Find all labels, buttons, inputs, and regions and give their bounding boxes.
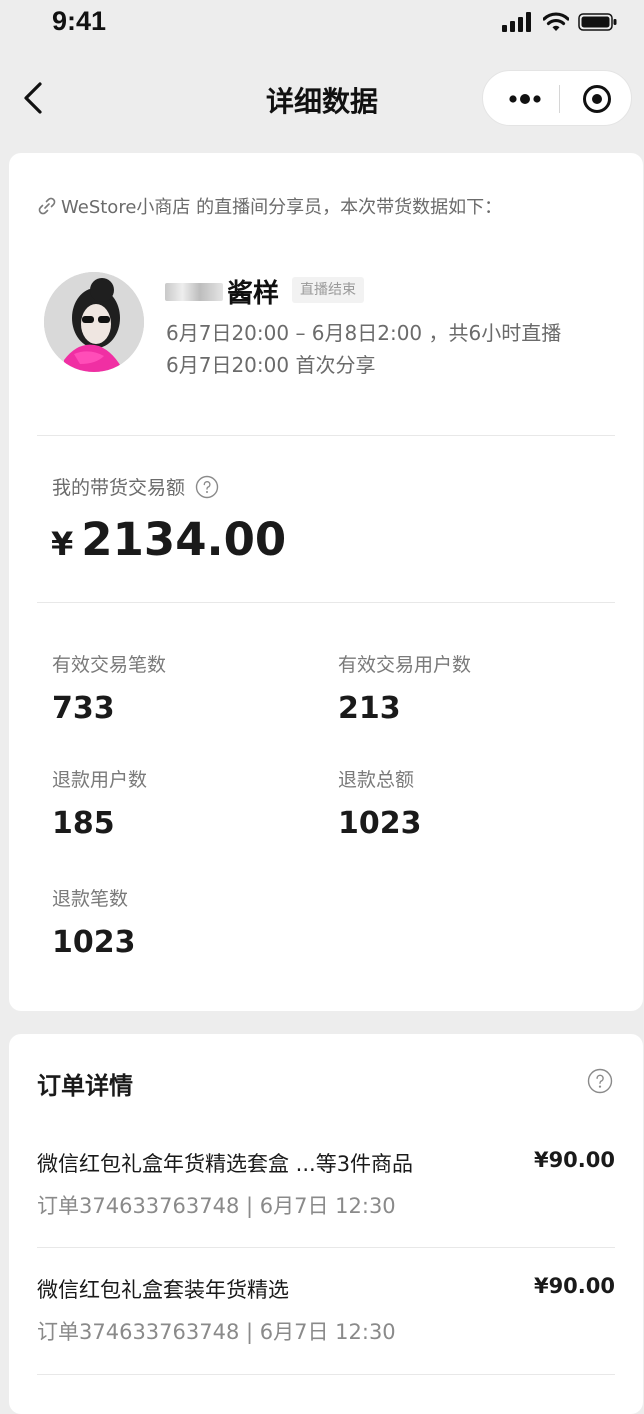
metric-value: 213 (338, 691, 401, 726)
metric-value: 185 (52, 806, 115, 841)
divider (37, 1374, 615, 1375)
metric-label: 有效交易笔数 (52, 654, 167, 676)
close-target-icon (583, 85, 611, 113)
question-icon[interactable] (195, 475, 219, 499)
metric-label: 有效交易用户数 (338, 654, 472, 676)
order-meta: 订单374633763748 | 6月7日 12:30 (37, 1194, 396, 1218)
metric-valid-users: 有效交易用户数 213 (338, 650, 471, 726)
metric-refund-orders: 退款笔数 1023 (52, 884, 136, 960)
masked-name (165, 282, 223, 301)
sales-data-card: WeStore小商店 的直播间分享员，本次带货数据如下： 酱样 直播结束 6月7… (9, 153, 643, 1011)
more-button[interactable] (497, 79, 553, 119)
question-icon[interactable] (587, 1068, 613, 1094)
order-meta: 订单374633763748 | 6月7日 12:30 (37, 1320, 396, 1344)
avatar (44, 272, 144, 372)
streamer-name: 酱样 (165, 273, 279, 310)
gmv-label-text: 我的带货交易额 (52, 477, 186, 499)
orders-title: 订单详情 (37, 1072, 133, 1100)
close-button[interactable] (575, 79, 619, 119)
metric-label: 退款总额 (338, 769, 415, 791)
divider (37, 435, 615, 436)
metric-label: 退款用户数 (52, 769, 148, 791)
order-row[interactable]: 微信红包礼盒套装年货精选 ¥90.00 订单374633763748 | 6月7… (37, 1274, 615, 1398)
metric-value: 733 (52, 691, 115, 726)
live-time-range: 6月7日20:00 – 6月8日2:00 ，共6小时直播 (166, 321, 562, 345)
order-price: ¥90.00 (533, 1148, 615, 1172)
link-icon (38, 197, 56, 215)
signal-icon (502, 12, 531, 32)
order-row[interactable]: 微信红包礼盒年货精选套盒 ...等3件商品 ¥90.00 订单374633763… (37, 1148, 615, 1272)
order-price: ¥90.00 (533, 1274, 615, 1298)
gmv-value: ¥ 2134.00 (51, 513, 286, 566)
divider (37, 1247, 615, 1248)
metric-label: 退款笔数 (52, 888, 129, 910)
metric-refund-total: 退款总额 1023 (338, 765, 422, 841)
capsule-menu (482, 70, 632, 126)
first-share-time: 6月7日20:00 首次分享 (166, 353, 376, 377)
order-product: 微信红包礼盒套装年货精选 (37, 1278, 289, 1302)
status-icons (502, 12, 618, 32)
streamer-name-text: 酱样 (227, 279, 280, 309)
currency-symbol: ¥ (51, 525, 74, 563)
battery-icon (578, 13, 617, 31)
wifi-icon (543, 12, 569, 31)
more-icon (509, 94, 541, 104)
divider (37, 602, 615, 603)
intro-label: WeStore小商店 的直播间分享员，本次带货数据如下： (61, 197, 503, 218)
avatar-image (44, 272, 144, 372)
status-badge: 直播结束 (292, 277, 364, 303)
metric-valid-orders: 有效交易笔数 733 (52, 650, 166, 726)
metric-refund-users: 退款用户数 185 (52, 765, 147, 841)
nav-bar: 详细数据 (0, 60, 644, 136)
metric-value: 1023 (52, 925, 136, 960)
capsule-divider (559, 85, 560, 113)
gmv-label: 我的带货交易额 (52, 473, 219, 500)
intro-text: WeStore小商店 的直播间分享员，本次带货数据如下： (37, 193, 502, 219)
status-time: 9:41 (52, 6, 107, 36)
order-product: 微信红包礼盒年货精选套盒 ...等3件商品 (37, 1152, 414, 1176)
status-bar: 9:41 (0, 0, 644, 50)
order-details-card: 订单详情 微信红包礼盒年货精选套盒 ...等3件商品 ¥90.00 订单3746… (9, 1034, 643, 1414)
gmv-amount: 2134.00 (81, 513, 287, 566)
metric-value: 1023 (338, 806, 422, 841)
